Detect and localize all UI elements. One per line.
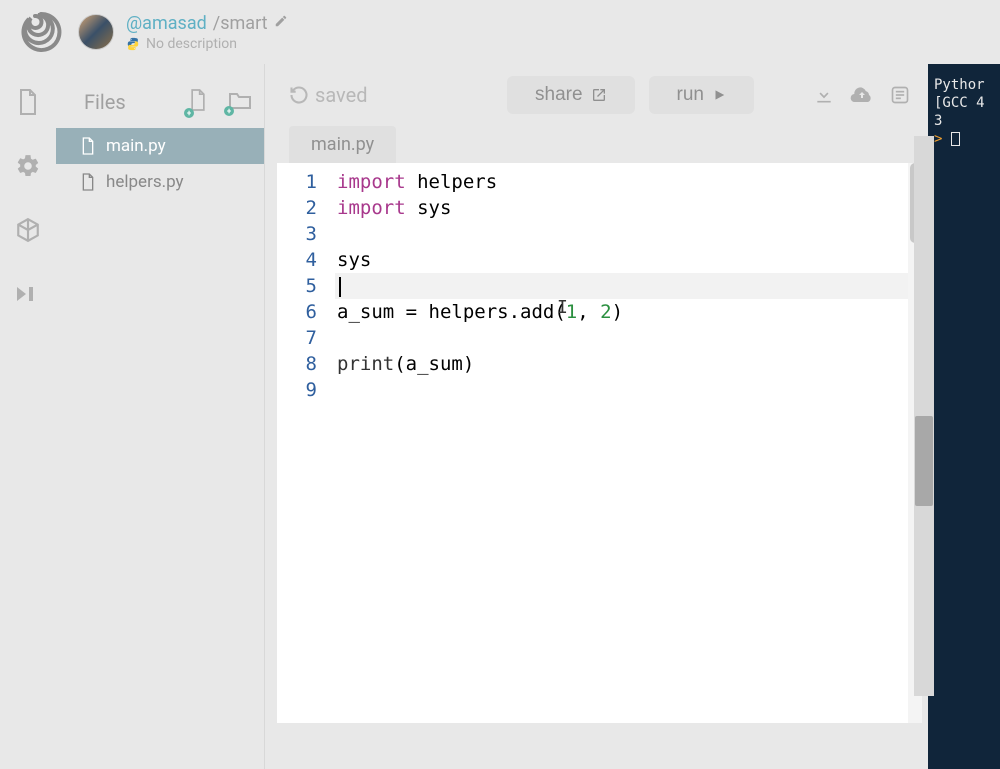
project-name: /smart: [213, 13, 268, 34]
packages-icon[interactable]: [14, 216, 42, 244]
minimap-scrollbar[interactable]: [914, 136, 934, 696]
code-content[interactable]: import helpers import sys sys a_sum = he…: [335, 163, 922, 723]
code-line-current: [335, 273, 922, 299]
console-prompt: >: [934, 131, 942, 147]
cloud-upload-button[interactable]: [850, 83, 874, 107]
files-label: Files: [84, 90, 168, 114]
editor-area: saved share run main.py: [264, 64, 928, 769]
file-item-main[interactable]: main.py: [56, 128, 264, 164]
history-icon: [289, 85, 309, 105]
code-line: print(a_sum): [335, 351, 922, 377]
main-area: Files + + main.py helpers.py: [0, 64, 1000, 769]
format-button[interactable]: [888, 83, 912, 107]
plus-icon: +: [224, 106, 234, 116]
files-panel: Files + + main.py helpers.py: [56, 64, 264, 769]
share-button[interactable]: share: [507, 76, 635, 114]
console-cursor: [951, 132, 960, 146]
pencil-icon[interactable]: [274, 14, 288, 32]
debugger-icon[interactable]: [14, 280, 42, 308]
file-icon: [80, 136, 96, 156]
line-gutter: 1 2 3 4 5 6 7 8 9: [277, 163, 335, 723]
project-title: @amasad/smart: [126, 13, 288, 34]
file-list: main.py helpers.py: [56, 128, 264, 200]
plus-icon: +: [184, 108, 194, 118]
code-line: [335, 221, 922, 247]
console-line: 3: [934, 112, 994, 130]
tab-bar: main.py: [277, 126, 928, 163]
spiral-icon: [19, 10, 63, 54]
project-info: @amasad/smart No description: [126, 13, 288, 52]
username-link[interactable]: @amasad: [126, 13, 207, 34]
gear-icon[interactable]: [14, 152, 42, 180]
share-label: share: [535, 84, 583, 106]
file-name: main.py: [106, 136, 166, 156]
saved-label: saved: [315, 83, 368, 107]
file-item-helpers[interactable]: helpers.py: [56, 164, 264, 200]
new-file-button[interactable]: +: [188, 88, 208, 116]
new-folder-button[interactable]: +: [228, 90, 252, 114]
code-line: a_sum = helpers.add(1, 2): [335, 299, 922, 325]
code-editor[interactable]: 1 2 3 4 5 6 7 8 9 import helpers import …: [277, 163, 922, 723]
file-name: helpers.py: [106, 172, 184, 192]
sidebar-iconbar: [0, 64, 56, 769]
text-cursor: [339, 277, 341, 297]
play-icon: [712, 88, 726, 102]
files-header: Files + +: [56, 80, 264, 128]
tab-main[interactable]: main.py: [289, 126, 396, 163]
app-header: @amasad/smart No description: [0, 0, 1000, 64]
project-description: No description: [146, 36, 237, 52]
list-icon: [890, 85, 910, 105]
console-line: Pythor: [934, 76, 994, 94]
minimap-thumb[interactable]: [915, 416, 933, 506]
run-button[interactable]: run: [649, 76, 754, 114]
console-prompt-line: >: [934, 130, 994, 148]
user-avatar[interactable]: [78, 14, 114, 50]
download-icon: [814, 85, 834, 105]
code-line: [335, 377, 922, 403]
share-icon: [591, 87, 607, 103]
file-icon: [80, 172, 96, 192]
run-label: run: [677, 84, 704, 106]
logo[interactable]: [16, 7, 66, 57]
download-button[interactable]: [812, 83, 836, 107]
saved-indicator: saved: [289, 83, 368, 107]
python-icon: [126, 37, 140, 51]
editor-toolbar: saved share run: [277, 76, 928, 126]
code-line: sys: [335, 247, 922, 273]
console-panel[interactable]: Pythor [GCC 4 3 >: [928, 64, 1000, 769]
project-description-row: No description: [126, 36, 288, 52]
code-line: import helpers: [335, 169, 922, 195]
code-line: [335, 325, 922, 351]
files-icon[interactable]: [14, 88, 42, 116]
console-line: [GCC 4: [934, 94, 994, 112]
cloud-icon: [850, 85, 874, 105]
code-line: import sys: [335, 195, 922, 221]
